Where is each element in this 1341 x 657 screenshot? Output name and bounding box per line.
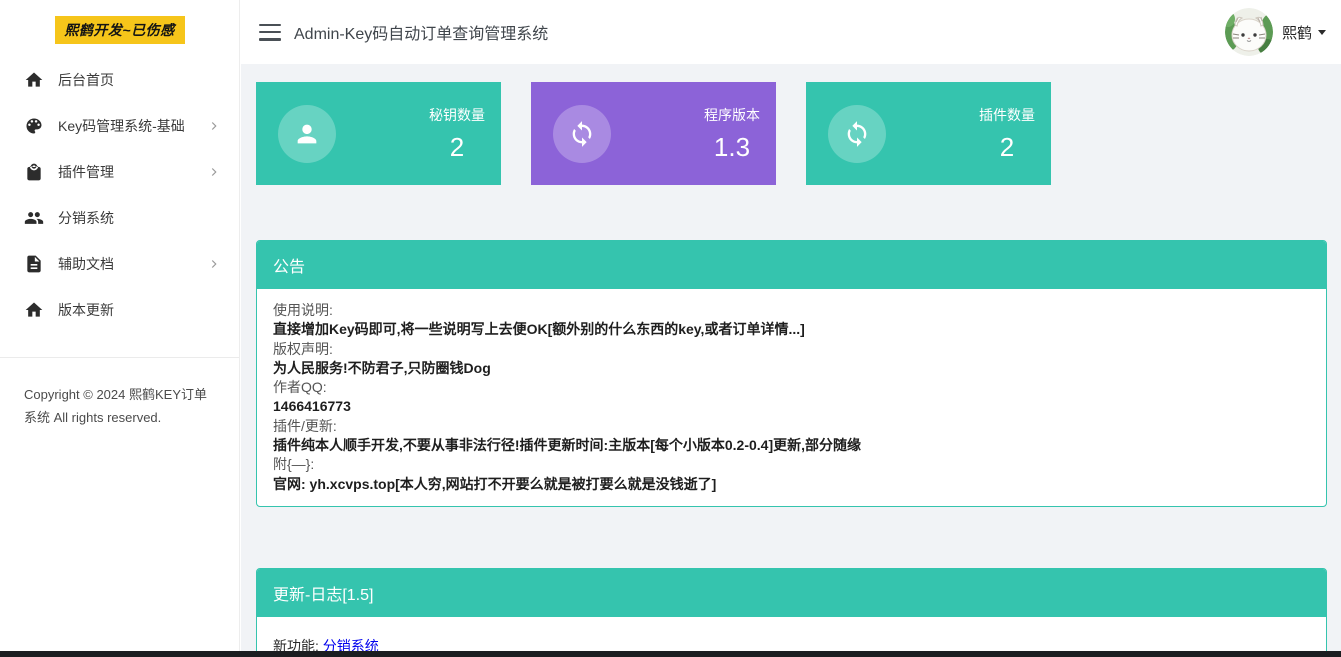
stat-cards-row: 秘钥数量 2 程序版本 1.3 插件数量 2 xyxy=(256,82,1327,185)
main-content: 秘钥数量 2 程序版本 1.3 插件数量 2 公告 使用说明: xyxy=(241,64,1341,657)
stat-card-key-count: 秘钥数量 2 xyxy=(256,82,501,185)
bottom-edge-bar xyxy=(0,651,1341,657)
home-icon xyxy=(24,300,44,320)
user-menu[interactable]: 熙鹤 xyxy=(1225,8,1326,56)
sync-icon xyxy=(553,105,611,163)
sidebar-item-key-management[interactable]: Key码管理系统-基础 xyxy=(0,103,239,149)
announcement-line: 直接增加Key码即可,将一些说明写上去便OK[额外别的什么东西的key,或者订单… xyxy=(273,320,1310,339)
announcement-panel: 公告 使用说明: 直接增加Key码即可,将一些说明写上去便OK[额外别的什么东西… xyxy=(256,240,1327,507)
username: 熙鹤 xyxy=(1282,22,1312,43)
sidebar-item-docs[interactable]: 辅助文档 xyxy=(0,241,239,287)
top-header: Admin-Key码自动订单查询管理系统 xyxy=(241,0,1341,64)
stat-card-program-version: 程序版本 1.3 xyxy=(531,82,776,185)
person-icon xyxy=(278,105,336,163)
stat-meta: 插件数量 2 xyxy=(979,105,1051,163)
sidebar-item-version-update[interactable]: 版本更新 xyxy=(0,287,239,333)
sidebar-item-dashboard[interactable]: 后台首页 xyxy=(0,57,239,103)
sidebar-item-label: 版本更新 xyxy=(58,300,221,320)
sidebar-item-distribution[interactable]: 分销系统 xyxy=(0,195,239,241)
changelog-panel-title: 更新-日志[1.5] xyxy=(257,569,1326,617)
sync-icon xyxy=(828,105,886,163)
sidebar-item-label: 插件管理 xyxy=(58,162,207,182)
sidebar: 熙鹤开发~已伤感 后台首页 Key码管理系统-基础 插件管理 分销系统 辅助文档… xyxy=(0,0,240,657)
home-icon xyxy=(24,70,44,90)
announcement-line: 1466416773 xyxy=(273,397,1310,416)
page-title: Admin-Key码自动订单查询管理系统 xyxy=(294,20,548,44)
changelog-panel: 更新-日志[1.5] 新功能: 分销系统 xyxy=(256,568,1327,657)
announcement-line: 插件/更新: xyxy=(273,417,1310,436)
stat-label: 插件数量 xyxy=(979,105,1035,125)
sidebar-item-label: 辅助文档 xyxy=(58,254,207,274)
announcement-line: 为人民服务!不防君子,只防圈钱Dog xyxy=(273,359,1310,378)
palette-icon xyxy=(24,116,44,136)
sidebar-menu: 后台首页 Key码管理系统-基础 插件管理 分销系统 辅助文档 版本更新 xyxy=(0,57,239,333)
stat-meta: 程序版本 1.3 xyxy=(704,105,776,163)
copyright-text: Copyright © 2024 熙鹤KEY订单系统 All rights re… xyxy=(0,358,239,429)
announcement-line: 插件纯本人顺手开发,不要从事非法行径!插件更新时间:主版本[每个小版本0.2-0… xyxy=(273,436,1310,455)
stat-card-plugin-count: 插件数量 2 xyxy=(806,82,1051,185)
stat-value: 1.3 xyxy=(704,132,760,163)
stat-value: 2 xyxy=(429,132,485,163)
caret-down-icon xyxy=(1318,30,1326,35)
user-avatar[interactable] xyxy=(1225,8,1273,56)
sidebar-item-label: 分销系统 xyxy=(58,208,221,228)
stat-meta: 秘钥数量 2 xyxy=(429,105,501,163)
bag-icon xyxy=(24,162,44,182)
sidebar-item-plugin-management[interactable]: 插件管理 xyxy=(0,149,239,195)
announcement-line: 作者QQ: xyxy=(273,378,1310,397)
stat-label: 程序版本 xyxy=(704,105,760,125)
stat-value: 2 xyxy=(979,132,1035,163)
announcement-panel-title: 公告 xyxy=(257,241,1326,289)
sidebar-item-label: Key码管理系统-基础 xyxy=(58,116,207,136)
announcement-line: 官网: yh.xcvps.top[本人穷,网站打不开要么就是被打要么就是没钱逝了… xyxy=(273,475,1310,494)
chevron-right-icon xyxy=(207,119,221,133)
sidebar-item-label: 后台首页 xyxy=(58,70,221,90)
chevron-right-icon xyxy=(207,165,221,179)
announcement-line: 附{—}: xyxy=(273,455,1310,474)
menu-toggle-icon[interactable] xyxy=(259,24,281,41)
stat-label: 秘钥数量 xyxy=(429,105,485,125)
group-icon xyxy=(24,208,44,228)
brand-badge: 熙鹤开发~已伤感 xyxy=(55,16,185,44)
announcement-line: 使用说明: xyxy=(273,301,1310,320)
document-icon xyxy=(24,254,44,274)
announcement-line: 版权声明: xyxy=(273,340,1310,359)
announcement-panel-body: 使用说明: 直接增加Key码即可,将一些说明写上去便OK[额外别的什么东西的ke… xyxy=(257,289,1326,506)
chevron-right-icon xyxy=(207,257,221,271)
